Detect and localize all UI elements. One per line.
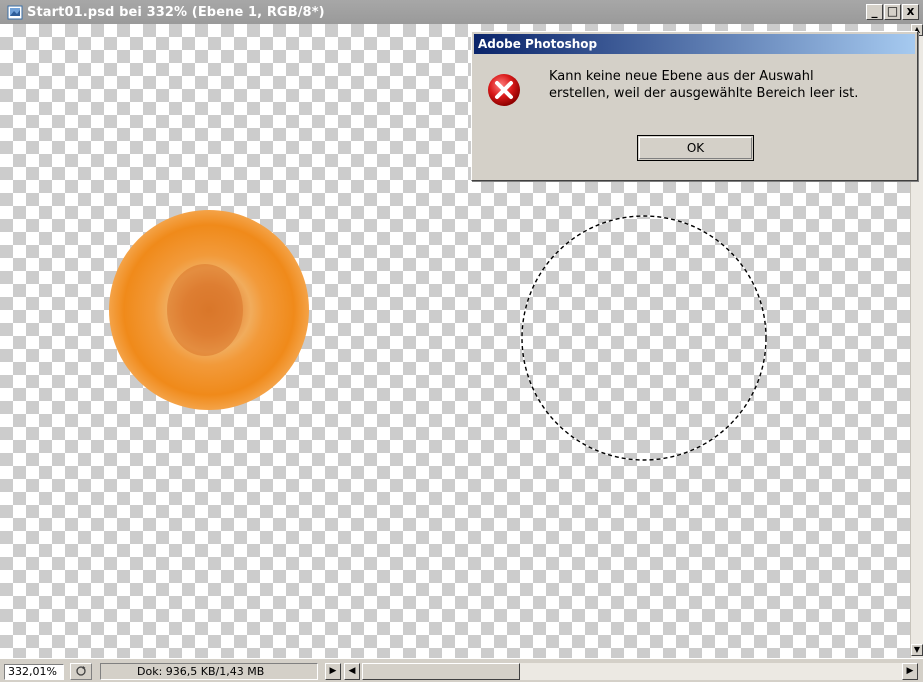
minimize-button[interactable]: _	[866, 4, 883, 20]
document-title-bar[interactable]: Start01.psd bei 332% (Ebene 1, RGB/8*) _…	[0, 0, 923, 24]
status-menu-arrow[interactable]: ▶	[325, 663, 341, 680]
orange-slice-core	[167, 264, 243, 356]
scroll-down-arrow[interactable]: ▼	[911, 644, 923, 656]
navigator-button[interactable]	[70, 663, 92, 680]
error-icon	[488, 74, 520, 106]
selection-outline-base	[521, 215, 767, 461]
zoom-input[interactable]: 332,01%	[4, 664, 64, 680]
document-size-info: Dok: 936,5 KB/1,43 MB	[100, 663, 318, 680]
dialog-message: Kann keine neue Ebene aus der Auswahl er…	[549, 69, 859, 101]
status-bar: 332,01% Dok: 936,5 KB/1,43 MB ▶ ◀ ▶	[0, 658, 923, 682]
close-button[interactable]: x	[902, 4, 919, 20]
scroll-right-arrow[interactable]: ▶	[902, 663, 918, 680]
refresh-icon	[76, 666, 86, 676]
photoshop-document-icon	[7, 5, 23, 20]
document-title: Start01.psd bei 332% (Ebene 1, RGB/8*)	[27, 5, 325, 20]
scroll-left-arrow[interactable]: ◀	[344, 663, 360, 680]
selection-marquee[interactable]	[521, 215, 767, 461]
dialog-title[interactable]: Adobe Photoshop	[474, 34, 915, 54]
ok-button[interactable]: OK	[637, 135, 754, 161]
error-dialog: Adobe Photoshop Kann keine neue Ebene au…	[471, 31, 918, 181]
horizontal-scroll-thumb[interactable]	[362, 663, 520, 680]
maximize-button[interactable]: □	[884, 4, 901, 20]
